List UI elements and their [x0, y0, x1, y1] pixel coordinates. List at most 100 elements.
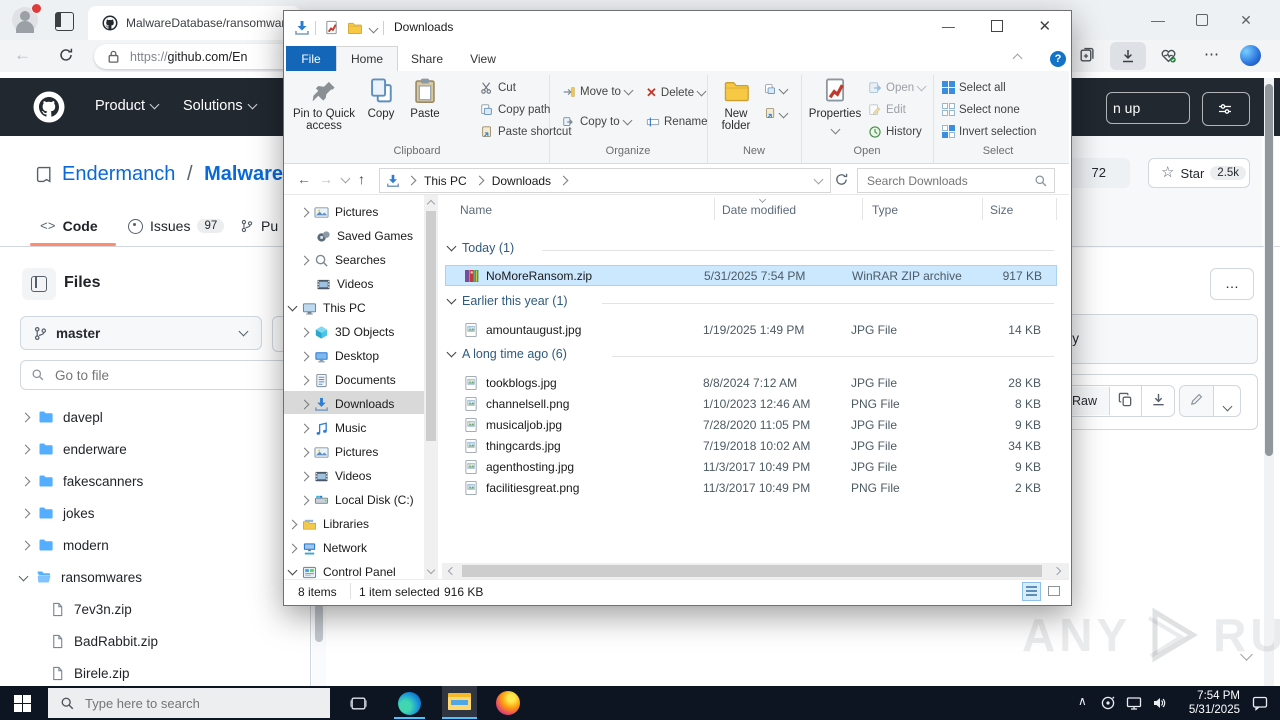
rename-button[interactable]: Rename — [646, 115, 707, 129]
more-options-button[interactable]: … — [1210, 268, 1254, 300]
header-settings-button[interactable] — [1202, 92, 1250, 126]
sidebar-toggle-button[interactable] — [22, 268, 56, 300]
tree-item-saved-games[interactable]: Saved Games — [316, 225, 422, 247]
gh-tree-item-davepl[interactable]: davepl — [14, 402, 294, 432]
copilot-icon[interactable] — [1240, 45, 1261, 66]
tab-actions-icon[interactable] — [55, 12, 74, 31]
copy-to-button[interactable]: Copy to — [562, 115, 633, 129]
sign-up-button[interactable]: n up — [1106, 92, 1190, 124]
move-to-button[interactable]: Move to — [562, 85, 634, 99]
explorer-maximize-button[interactable] — [990, 20, 1003, 32]
tree-item-local-disk[interactable]: Local Disk (C:) — [299, 489, 421, 511]
gh-tree-item-modern[interactable]: modern — [14, 530, 294, 560]
file-row-thingcards[interactable]: thingcards.jpg 7/19/2018 10:02 AM JPG Fi… — [445, 435, 1057, 456]
tray-expand-chevron[interactable]: ∧ — [1078, 694, 1087, 708]
tree-scrollbar-thumb[interactable] — [426, 211, 436, 441]
select-all-button[interactable]: Select all — [942, 81, 1006, 94]
large-icons-view-button[interactable] — [1045, 582, 1064, 601]
nav-forward-button[interactable]: → — [319, 171, 333, 187]
refresh-button[interactable] — [834, 172, 849, 187]
copy-path-button[interactable]: Copy path — [480, 103, 550, 117]
start-button[interactable] — [14, 695, 31, 712]
browser-menu-button[interactable]: ⋯ — [1200, 44, 1224, 68]
invert-selection-button[interactable]: Invert selection — [942, 125, 1036, 138]
edit-dropdown-button[interactable] — [1214, 386, 1240, 416]
sidebar-scrollbar-thumb[interactable] — [315, 604, 323, 642]
action-center-icon[interactable] — [1252, 695, 1268, 711]
ribbon-tab-share[interactable]: Share — [398, 46, 456, 71]
branch-selector[interactable]: master — [20, 316, 262, 350]
properties-button[interactable]: Properties — [808, 77, 862, 138]
address-breadcrumb-bar[interactable]: This PC Downloads — [379, 168, 831, 193]
column-header-size[interactable]: Size — [990, 203, 1013, 217]
tree-item-libraries[interactable]: Libraries — [287, 513, 421, 535]
new-folder-button[interactable]: New folder — [712, 77, 760, 132]
star-button[interactable]: ☆ Star 2.5k — [1148, 158, 1250, 188]
history-button[interactable]: History — [868, 125, 922, 139]
tree-item-network[interactable]: Network — [287, 537, 421, 559]
browser-minimize-button[interactable]: — — [1144, 8, 1172, 32]
explorer-close-button[interactable]: ✕ — [1038, 17, 1051, 35]
address-dropdown-chevron[interactable] — [813, 174, 824, 185]
address-bar[interactable]: https://github.com/En — [94, 44, 314, 69]
download-raw-button[interactable] — [1142, 386, 1174, 416]
github-logo[interactable] — [33, 91, 65, 123]
cut-button[interactable]: Cut — [480, 81, 516, 95]
pin-to-quick-access-button[interactable]: Pin to Quick access — [292, 77, 356, 132]
breadcrumb-this-pc[interactable]: This PC — [424, 174, 467, 188]
ribbon-tab-view[interactable]: View — [456, 46, 510, 71]
downloads-toolbar-button[interactable] — [1110, 42, 1146, 70]
nav-solutions[interactable]: Solutions — [183, 98, 258, 114]
gh-tree-item-birele[interactable]: Birele.zip — [50, 658, 290, 688]
nav-back-button[interactable]: ← — [297, 171, 311, 187]
tree-item-pictures-qa[interactable]: Pictures — [299, 201, 421, 223]
select-none-button[interactable]: Select none — [942, 103, 1020, 116]
group-header-longtimeago[interactable]: A long time ago (6) — [446, 347, 567, 361]
browser-tab[interactable]: MalwareDatabase/ransomware — [88, 6, 300, 40]
taskbar-edge-icon[interactable] — [398, 692, 421, 715]
tray-volume-icon[interactable] — [1152, 695, 1168, 711]
nav-up-button[interactable]: ↑ — [358, 171, 365, 187]
browser-back-button[interactable]: ← — [14, 46, 32, 64]
browser-close-button[interactable]: ✕ — [1232, 8, 1260, 32]
gh-tree-item-badrabbit[interactable]: BadRabbit.zip — [50, 626, 290, 656]
tree-item-downloads[interactable]: Downloads — [299, 393, 421, 415]
column-header-name[interactable]: Name — [460, 203, 492, 217]
paste-shortcut-button[interactable]: Paste shortcut — [480, 125, 572, 139]
column-header-type[interactable]: Type — [872, 203, 898, 217]
delete-button[interactable]: ✕ Delete — [646, 85, 707, 101]
file-row-tookblogs[interactable]: tookblogs.jpg 8/8/2024 7:12 AM JPG File … — [445, 372, 1057, 393]
tray-network-icon[interactable] — [1126, 695, 1142, 711]
tree-item-control-panel[interactable]: Control Panel — [287, 561, 421, 579]
file-row-channelsell[interactable]: channelsell.png 1/10/2023 12:46 AM PNG F… — [445, 393, 1057, 414]
tree-item-searches[interactable]: Searches — [299, 249, 421, 271]
goto-file-input[interactable] — [53, 366, 257, 384]
search-input[interactable] — [865, 172, 1019, 189]
hscrollbar-thumb[interactable] — [462, 565, 1042, 577]
tree-item-this-pc[interactable]: This PC — [287, 297, 421, 319]
column-header-date[interactable]: Date modified — [722, 203, 796, 217]
copy-raw-button[interactable] — [1110, 386, 1142, 416]
tree-item-pictures[interactable]: Pictures — [299, 441, 421, 463]
nav-product[interactable]: Product — [95, 98, 160, 114]
collections-icon[interactable] — [1078, 47, 1095, 64]
file-row-amountaugust[interactable]: amountaugust.jpg 1/19/2025 1:49 PM JPG F… — [445, 319, 1057, 340]
group-header-earlier[interactable]: Earlier this year (1) — [446, 294, 568, 308]
taskbar-firefox-icon[interactable] — [496, 691, 520, 715]
gh-tree-item-jokes[interactable]: jokes — [14, 498, 294, 528]
file-row-facilitiesgreat[interactable]: facilitiesgreat.png 11/3/2017 10:49 PM P… — [445, 477, 1057, 498]
browser-essentials-icon[interactable] — [1160, 47, 1177, 64]
taskbar-search-box[interactable] — [48, 688, 330, 718]
easy-access-button[interactable] — [764, 107, 789, 120]
file-row-agenthosting[interactable]: agenthosting.jpg 11/3/2017 10:49 PM JPG … — [445, 456, 1057, 477]
copy-button[interactable]: Copy — [360, 77, 402, 120]
details-view-button[interactable] — [1022, 582, 1041, 601]
ribbon-tab-file[interactable]: File — [286, 46, 336, 71]
tree-item-music[interactable]: Music — [299, 417, 421, 439]
tree-item-documents[interactable]: Documents — [299, 369, 421, 391]
goto-file-box[interactable] — [20, 360, 306, 390]
gh-tree-item-fakescanners[interactable]: fakescanners — [14, 466, 294, 496]
open-button[interactable]: Open — [868, 81, 927, 95]
ribbon-collapse-button[interactable] — [1012, 53, 1023, 64]
tab-code[interactable]: <> Code — [40, 218, 98, 234]
